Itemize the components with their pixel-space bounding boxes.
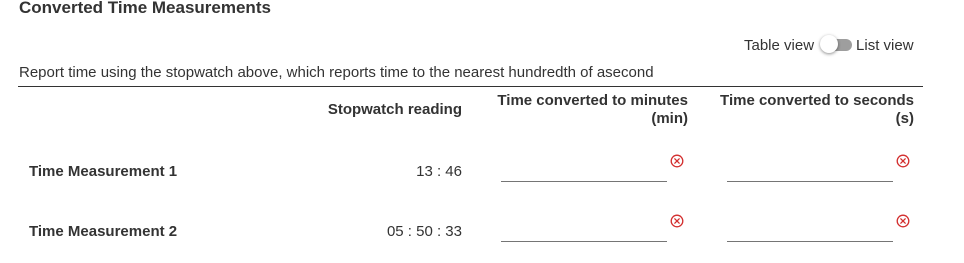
table-row-label: Time Measurement 1 bbox=[29, 163, 178, 180]
section-title: Converted Time Measurements bbox=[19, 0, 271, 17]
seconds-input[interactable] bbox=[727, 219, 893, 242]
minutes-input[interactable] bbox=[501, 219, 667, 242]
stopwatch-reading-value: 05 : 50 : 33 bbox=[386, 223, 462, 240]
error-x-circle-icon bbox=[896, 214, 910, 228]
seconds-input[interactable] bbox=[727, 159, 893, 182]
header-divider bbox=[18, 86, 923, 87]
column-header-stopwatch-reading: Stopwatch reading bbox=[327, 101, 462, 118]
column-header-seconds: Time converted to seconds (s) bbox=[720, 92, 914, 127]
error-x-circle-icon bbox=[670, 154, 684, 168]
error-x-circle-icon bbox=[670, 214, 684, 228]
stopwatch-reading-value: 13 : 46 bbox=[416, 163, 462, 180]
list-view-label: List view bbox=[856, 36, 914, 54]
view-switch[interactable] bbox=[820, 35, 853, 54]
error-x-circle-icon bbox=[896, 154, 910, 168]
table-row-label: Time Measurement 2 bbox=[29, 223, 178, 240]
table-view-label: Table view bbox=[744, 36, 815, 54]
column-header-minutes: Time converted to minutes (min) bbox=[497, 92, 688, 127]
view-toggle: Table view List view bbox=[744, 35, 914, 54]
minutes-input[interactable] bbox=[501, 159, 667, 182]
view-switch-thumb bbox=[820, 35, 839, 53]
instructions-text: Report time using the stopwatch above, w… bbox=[19, 64, 654, 81]
